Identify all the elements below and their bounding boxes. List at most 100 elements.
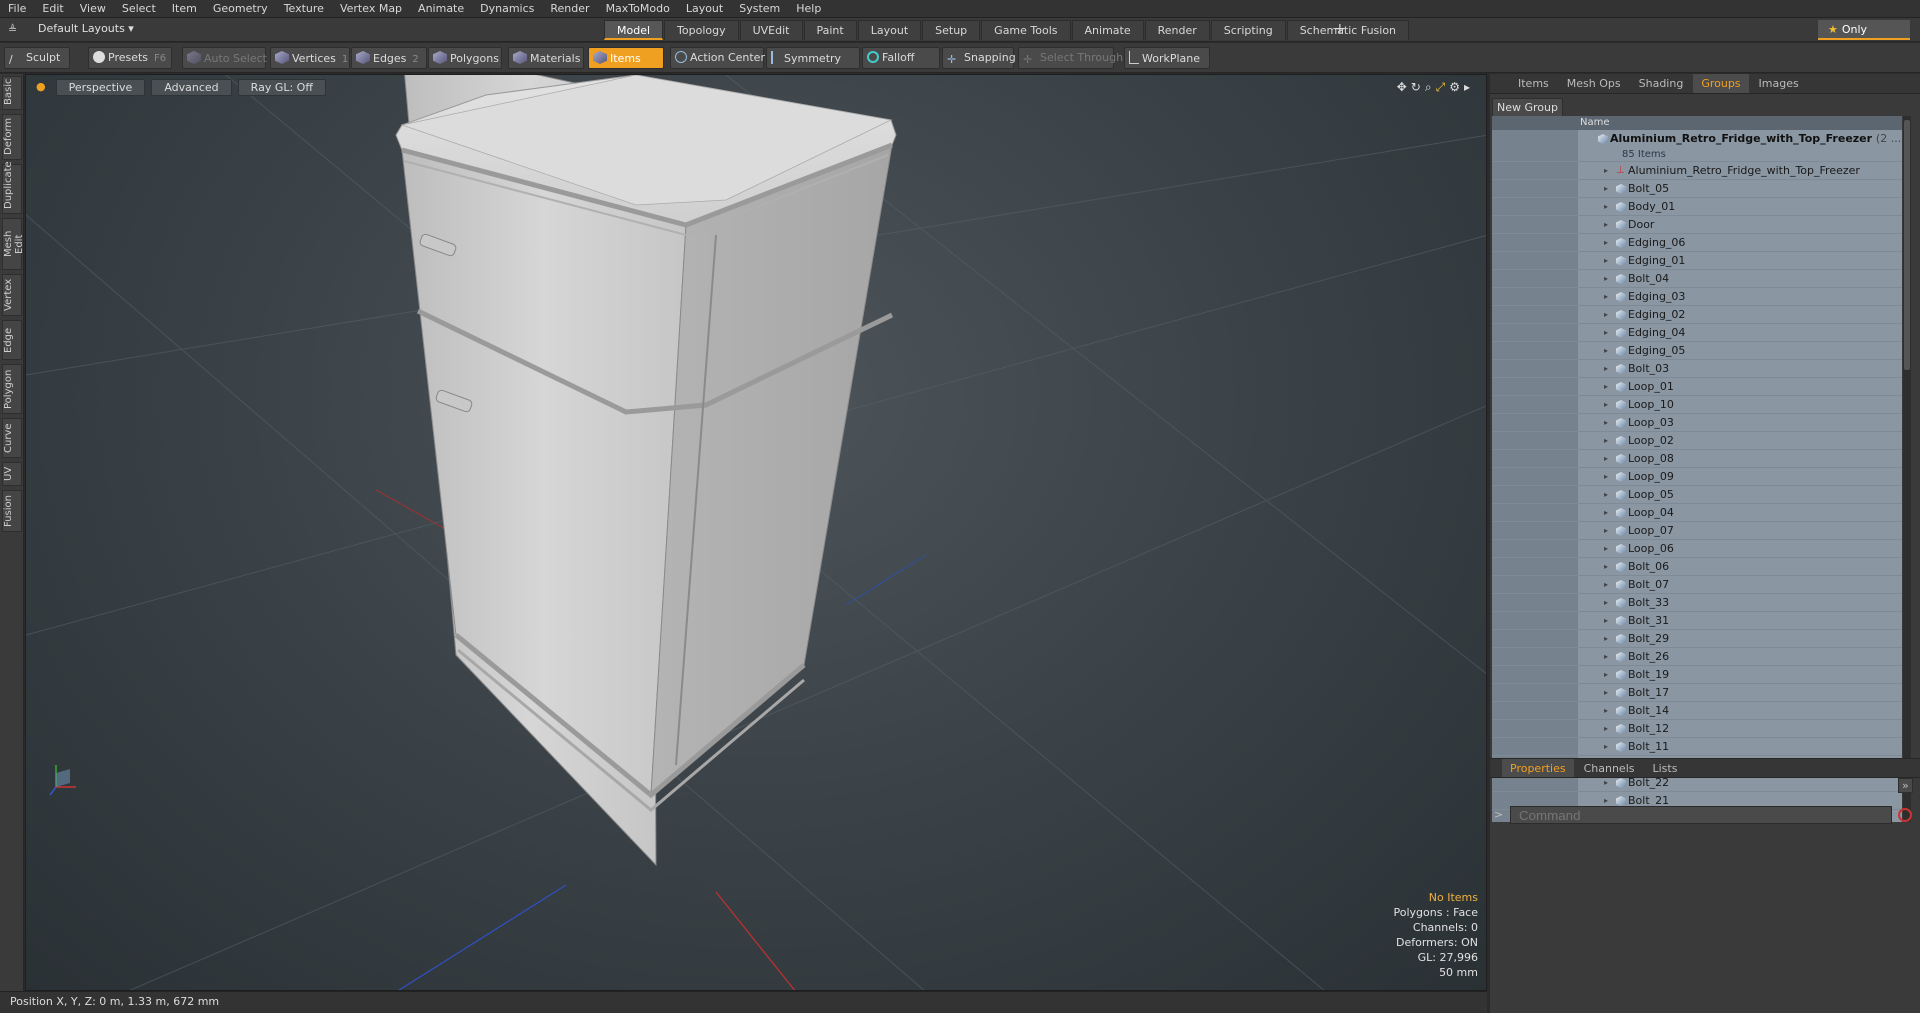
items-button[interactable]: Items — [588, 47, 664, 69]
list-item[interactable]: ▸ Loop_05 — [1492, 486, 1902, 504]
list-scrollbar[interactable] — [1903, 116, 1911, 822]
list-item[interactable]: ▸ Bolt_04 — [1492, 270, 1902, 288]
select-through-button[interactable]: ✛ Select Through — [1018, 47, 1123, 69]
expand-arrow-icon[interactable]: ▸ — [1604, 648, 1608, 666]
menu-animate[interactable]: Animate — [410, 2, 472, 15]
side-tab-mesh-edit[interactable]: Mesh Edit — [2, 218, 25, 270]
perspective-dropdown[interactable]: Perspective — [55, 79, 146, 96]
expand-arrow-icon[interactable]: ▸ — [1604, 666, 1608, 684]
menu-layout[interactable]: Layout — [678, 2, 731, 15]
polygons-button[interactable]: Polygons — [428, 47, 502, 69]
list-item[interactable]: ▸ Bolt_17 — [1492, 684, 1902, 702]
symmetry-button[interactable]: Symmetry — [766, 47, 860, 69]
panel-tab-mesh-ops[interactable]: Mesh Ops — [1559, 74, 1629, 93]
expand-arrow-icon[interactable]: ▸ — [1604, 162, 1608, 180]
list-item[interactable]: ▸ Loop_09 — [1492, 468, 1902, 486]
list-item[interactable]: ▸ Loop_01 — [1492, 378, 1902, 396]
menu-item[interactable]: Item — [164, 2, 205, 15]
tab-uvedit[interactable]: UVEdit — [739, 20, 803, 40]
auto-select-button[interactable]: Auto Select — [182, 47, 267, 69]
menu-help[interactable]: Help — [788, 2, 829, 15]
panel-tab-items[interactable]: Items — [1510, 74, 1557, 93]
menu-texture[interactable]: Texture — [276, 2, 332, 15]
viewport-gear-icon[interactable]: ⚙ — [1449, 80, 1464, 94]
side-tab-uv[interactable]: UV — [2, 462, 22, 486]
fit-view-icon[interactable]: ⤢ — [1436, 80, 1450, 94]
expand-arrow-icon[interactable]: ▸ — [1604, 594, 1608, 612]
expand-arrow-icon[interactable]: ▸ — [1604, 486, 1608, 504]
tab-scripting[interactable]: Scripting — [1210, 20, 1286, 40]
3d-viewport[interactable]: ● Perspective Advanced Ray GL: Off ✥↻⌕⤢⚙… — [25, 74, 1487, 991]
expand-arrow-icon[interactable]: ▸ — [1604, 306, 1608, 324]
list-item[interactable]: ▸ Body_01 — [1492, 198, 1902, 216]
falloff-button[interactable]: Falloff — [862, 47, 940, 69]
stop-icon[interactable] — [1898, 808, 1912, 822]
panel-tab-groups[interactable]: Groups — [1693, 74, 1749, 93]
list-item[interactable]: ▸ Bolt_05 — [1492, 180, 1902, 198]
collapse-icon[interactable]: ≜ — [8, 23, 17, 36]
tab-render[interactable]: Render — [1144, 20, 1210, 40]
menu-edit[interactable]: Edit — [34, 2, 71, 15]
tab-model[interactable]: Model — [604, 20, 664, 40]
expand-arrow-icon[interactable]: ▸ — [1604, 414, 1608, 432]
expand-arrow-icon[interactable]: ▸ — [1604, 702, 1608, 720]
side-tab-edge[interactable]: Edge — [2, 320, 22, 360]
tab-animate[interactable]: Animate — [1071, 20, 1144, 40]
expand-arrow-icon[interactable]: ▸ — [1604, 576, 1608, 594]
expand-panel-button[interactable]: » — [1898, 778, 1913, 793]
list-item[interactable]: ▸ Door — [1492, 216, 1902, 234]
list-item[interactable]: ▸ Edging_05 — [1492, 342, 1902, 360]
group-row[interactable]: Aluminium_Retro_Fridge_with_Top_Freezer … — [1492, 130, 1902, 162]
list-item[interactable]: ▸ Loop_06 — [1492, 540, 1902, 558]
tab-paint[interactable]: Paint — [803, 20, 857, 40]
groups-list[interactable]: Name Aluminium_Retro_Fridge_with_Top_Fre… — [1492, 116, 1902, 822]
list-item[interactable]: ▸ Bolt_31 — [1492, 612, 1902, 630]
menu-select[interactable]: Select — [114, 2, 164, 15]
menu-geometry[interactable]: Geometry — [205, 2, 276, 15]
bottom-tab-lists[interactable]: Lists — [1645, 759, 1686, 777]
side-tab-duplicate[interactable]: Duplicate — [2, 161, 22, 214]
list-item[interactable]: ▸ Bolt_29 — [1492, 630, 1902, 648]
list-item[interactable]: ▸ Loop_08 — [1492, 450, 1902, 468]
expand-arrow-icon[interactable]: ▸ — [1604, 684, 1608, 702]
menu-maxtomodo[interactable]: MaxToModo — [598, 2, 678, 15]
expand-arrow-icon[interactable]: ▸ — [1604, 504, 1608, 522]
expand-arrow-icon[interactable]: ▸ — [1604, 360, 1608, 378]
expand-arrow-icon[interactable]: ▸ — [1604, 450, 1608, 468]
list-item[interactable]: ▸ Loop_07 — [1492, 522, 1902, 540]
list-item[interactable]: ▸ Bolt_14 — [1492, 702, 1902, 720]
new-group-button[interactable]: New Group — [1492, 98, 1563, 117]
bottom-tab-properties[interactable]: Properties — [1502, 759, 1574, 777]
side-tab-fusion[interactable]: Fusion — [2, 490, 22, 532]
rotate-view-icon[interactable]: ↻ — [1411, 80, 1425, 94]
list-item[interactable]: ▸ Edging_04 — [1492, 324, 1902, 342]
list-item[interactable]: ▸ Loop_04 — [1492, 504, 1902, 522]
edges-button[interactable]: Edges 2 — [351, 47, 427, 69]
side-tab-vertex[interactable]: Vertex — [2, 274, 22, 316]
command-input[interactable] — [1510, 806, 1892, 824]
list-item[interactable]: ▸ Bolt_33 — [1492, 594, 1902, 612]
expand-arrow-icon[interactable]: ▸ — [1604, 180, 1608, 198]
side-tab-deform[interactable]: Deform — [2, 114, 22, 160]
list-item[interactable]: ▸ Loop_10 — [1492, 396, 1902, 414]
side-tab-curve[interactable]: Curve — [2, 418, 22, 458]
expand-arrow-icon[interactable]: ▸ — [1604, 396, 1608, 414]
workplane-button[interactable]: WorkPlane — [1124, 47, 1210, 69]
expand-arrow-icon[interactable]: ▸ — [1604, 738, 1608, 756]
list-item[interactable]: ▸ Edging_06 — [1492, 234, 1902, 252]
tab-setup[interactable]: Setup — [922, 20, 981, 40]
expand-arrow-icon[interactable]: ▸ — [1604, 342, 1608, 360]
expand-arrow-icon[interactable]: ▸ — [1604, 432, 1608, 450]
list-item[interactable]: ▸ Bolt_07 — [1492, 576, 1902, 594]
zoom-view-icon[interactable]: ⌕ — [1425, 80, 1436, 94]
list-item[interactable]: ▸ Bolt_11 — [1492, 738, 1902, 756]
vertices-button[interactable]: Vertices 1 — [270, 47, 350, 69]
list-item[interactable]: ▸ Bolt_03 — [1492, 360, 1902, 378]
menu-dynamics[interactable]: Dynamics — [472, 2, 542, 15]
list-item[interactable]: ▸ Loop_03 — [1492, 414, 1902, 432]
expand-arrow-icon[interactable]: ▸ — [1604, 270, 1608, 288]
bottom-tab-channels[interactable]: Channels — [1576, 759, 1643, 777]
side-tab-polygon[interactable]: Polygon — [2, 364, 22, 414]
presets-button[interactable]: Presets F6 — [88, 47, 172, 69]
scrollbar-thumb[interactable] — [1904, 120, 1910, 370]
